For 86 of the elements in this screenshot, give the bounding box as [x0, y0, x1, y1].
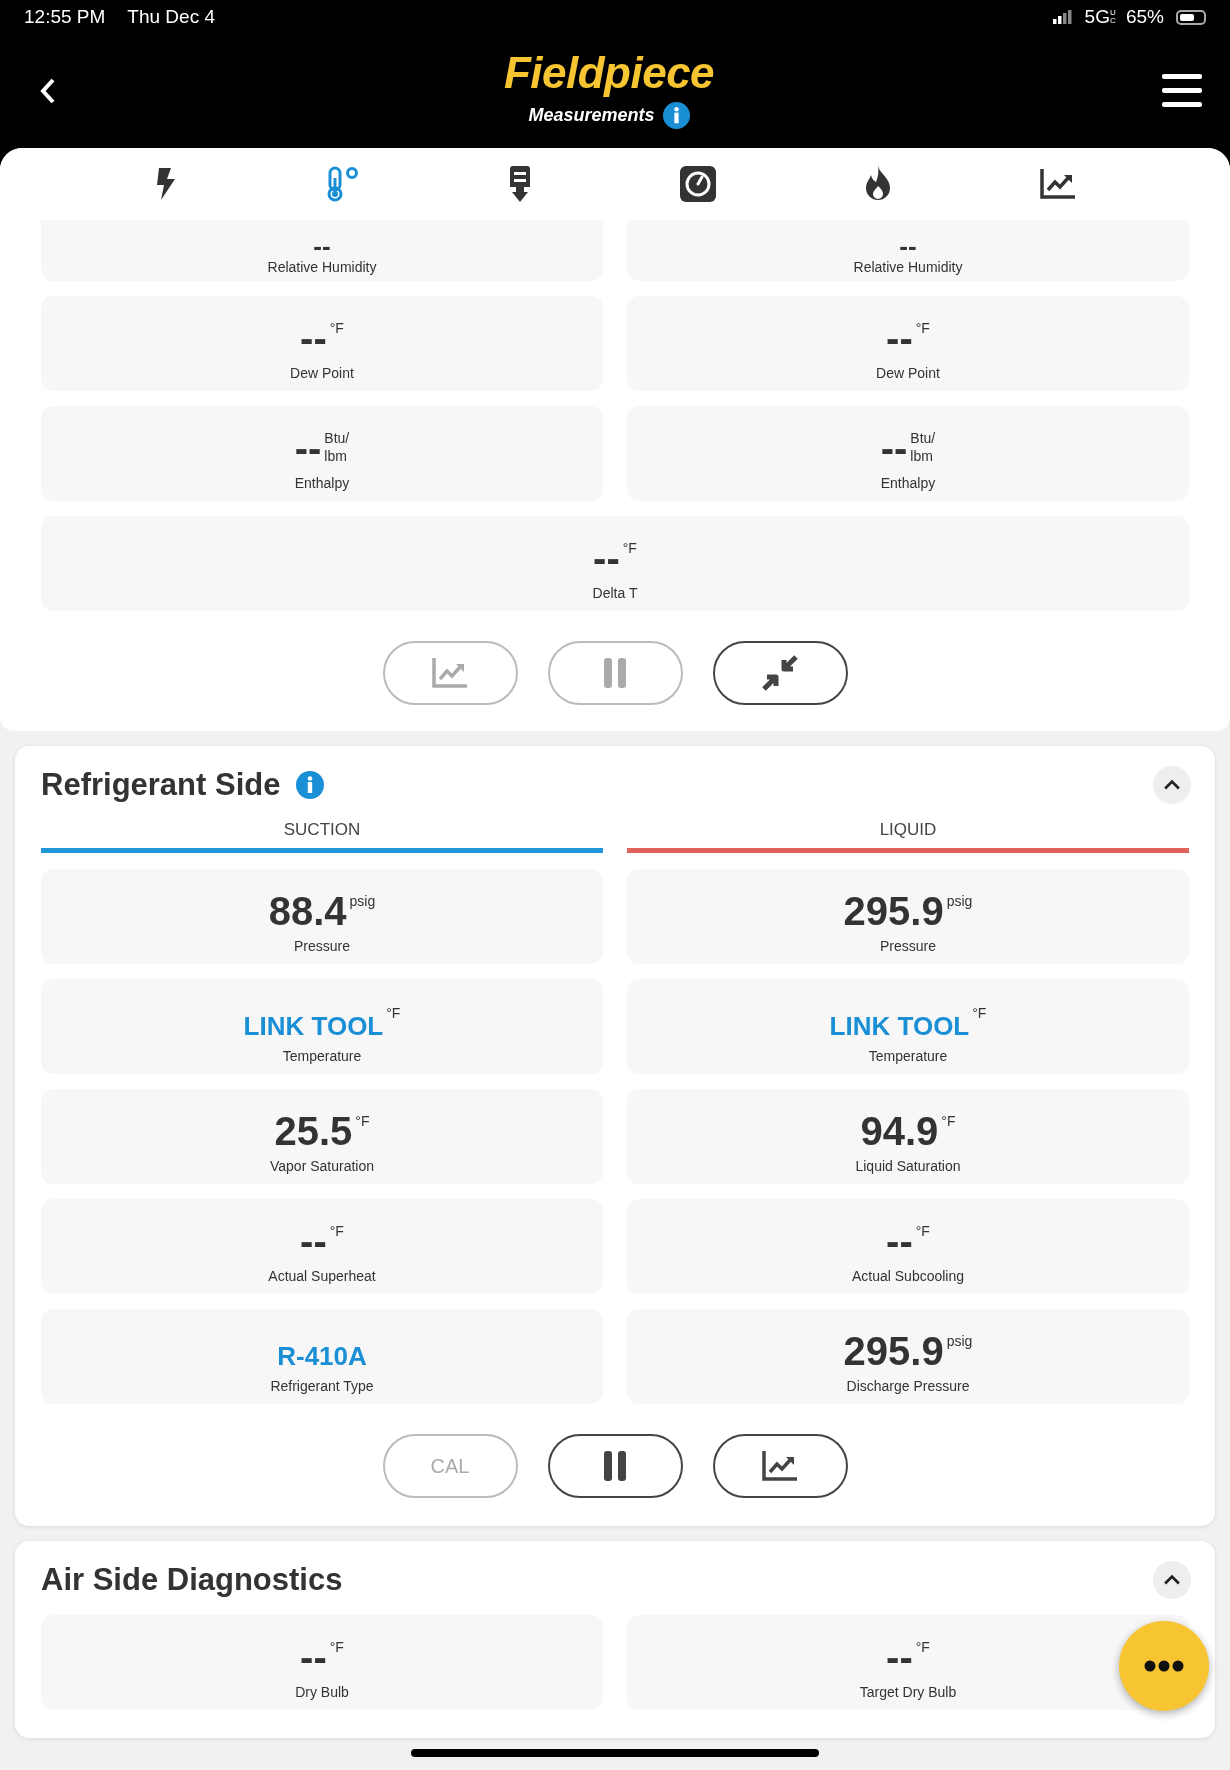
- measurement-label: Dew Point: [876, 365, 940, 381]
- link-tool-value[interactable]: LINK TOOL: [243, 1008, 384, 1044]
- link-tool-value[interactable]: LINK TOOL: [829, 1008, 970, 1044]
- unit-label: °F: [329, 319, 344, 337]
- unit-label: psig: [946, 1332, 973, 1350]
- reading-value: 88.4: [268, 888, 347, 934]
- chart-icon: [1040, 168, 1076, 200]
- section-title: Air Side Diagnostics: [41, 1562, 343, 1598]
- gauge-icon: [680, 166, 716, 202]
- bolt-icon: [154, 167, 178, 201]
- unit-label: psig: [946, 892, 973, 910]
- measurement-label: Relative Humidity: [267, 259, 377, 275]
- measurement-label: Dry Bulb: [295, 1684, 349, 1700]
- reading-value: --: [313, 233, 331, 259]
- column-heading: SUCTION: [283, 820, 361, 840]
- status-time: 12:55 PM: [24, 6, 106, 28]
- flame-icon: [864, 166, 892, 202]
- reading-value: --: [886, 1218, 913, 1264]
- collapse-arrows-icon: [762, 655, 798, 691]
- unit-label: Btu/ lbm: [324, 429, 350, 465]
- page-subtitle: Measurements: [528, 104, 655, 126]
- reading-value: 94.9: [860, 1108, 939, 1154]
- reading-value: --: [886, 1634, 913, 1680]
- network-type-label: UC: [1109, 9, 1117, 25]
- section-title: Refrigerant Side: [41, 767, 281, 803]
- menu-button[interactable]: [1162, 74, 1202, 108]
- measurement-label: Enthalpy: [294, 475, 350, 491]
- unit-label: °F: [386, 1004, 401, 1022]
- unit-label: °F: [355, 1112, 370, 1130]
- measurement-label: Delta T: [592, 585, 638, 601]
- measurement-label: Pressure: [294, 938, 350, 954]
- measurement-label: Enthalpy: [880, 475, 936, 491]
- unit-label: °F: [622, 539, 637, 557]
- reading-value: --: [294, 425, 322, 471]
- pause-icon: [603, 1451, 627, 1481]
- measurement-label: Vapor Saturation: [270, 1158, 374, 1174]
- measurement-label: Refrigerant Type: [270, 1378, 374, 1394]
- reading-value: --: [880, 425, 908, 471]
- status-date: Thu Dec 4: [127, 6, 215, 28]
- unit-label: °F: [915, 1222, 930, 1240]
- reading-value: --: [300, 315, 327, 361]
- measurement-label: Target Dry Bulb: [859, 1684, 957, 1700]
- reading-value: 295.9: [843, 888, 944, 934]
- collapse-toggle[interactable]: [1153, 766, 1191, 804]
- measurement-label: Temperature: [282, 1048, 362, 1064]
- unit-label: °F: [941, 1112, 956, 1130]
- unit-label: °F: [329, 1638, 344, 1656]
- measurement-label: Discharge Pressure: [846, 1378, 970, 1394]
- unit-label: °F: [915, 319, 930, 337]
- reading-value: 295.9: [843, 1328, 944, 1374]
- probe-icon: [508, 166, 532, 202]
- reading-value: --: [899, 233, 917, 259]
- reading-value: --: [886, 315, 913, 361]
- measurement-label: Dew Point: [290, 365, 354, 381]
- unit-label: Btu/ lbm: [910, 429, 936, 465]
- network-label: 5G: [1084, 6, 1110, 28]
- reading-value: --: [300, 1634, 327, 1680]
- collapse-toggle[interactable]: [1153, 1561, 1191, 1599]
- column-heading: LIQUID: [879, 820, 937, 840]
- measurement-label: Relative Humidity: [853, 259, 963, 275]
- chevron-up-icon: [1163, 1574, 1181, 1586]
- unit-label: °F: [972, 1004, 987, 1022]
- battery-icon: [1176, 9, 1206, 25]
- more-icon: [1144, 1660, 1184, 1672]
- reading-value: --: [593, 535, 620, 581]
- signal-icon: [1052, 10, 1073, 24]
- chart-icon: [762, 1450, 798, 1482]
- measurement-label: Actual Superheat: [268, 1268, 376, 1284]
- reading-value: 25.5: [274, 1108, 353, 1154]
- pause-icon: [603, 658, 627, 688]
- unit-label: °F: [329, 1222, 344, 1240]
- reading-value: --: [300, 1218, 327, 1264]
- unit-label: psig: [349, 892, 376, 910]
- info-icon[interactable]: [662, 101, 690, 129]
- measurement-label: Temperature: [868, 1048, 948, 1064]
- chevron-up-icon: [1163, 779, 1181, 791]
- unit-label: °F: [915, 1638, 930, 1656]
- logo: Fieldpiece: [503, 47, 715, 98]
- thermometer-icon: [326, 166, 360, 202]
- measurement-label: Actual Subcooling: [851, 1268, 965, 1284]
- back-button[interactable]: [40, 77, 56, 105]
- chart-icon: [432, 657, 468, 689]
- measurement-label: Liquid Saturation: [855, 1158, 961, 1174]
- battery-percent: 65%: [1125, 6, 1164, 28]
- link-tool-value[interactable]: R-410A: [277, 1338, 367, 1374]
- measurement-label: Pressure: [880, 938, 936, 954]
